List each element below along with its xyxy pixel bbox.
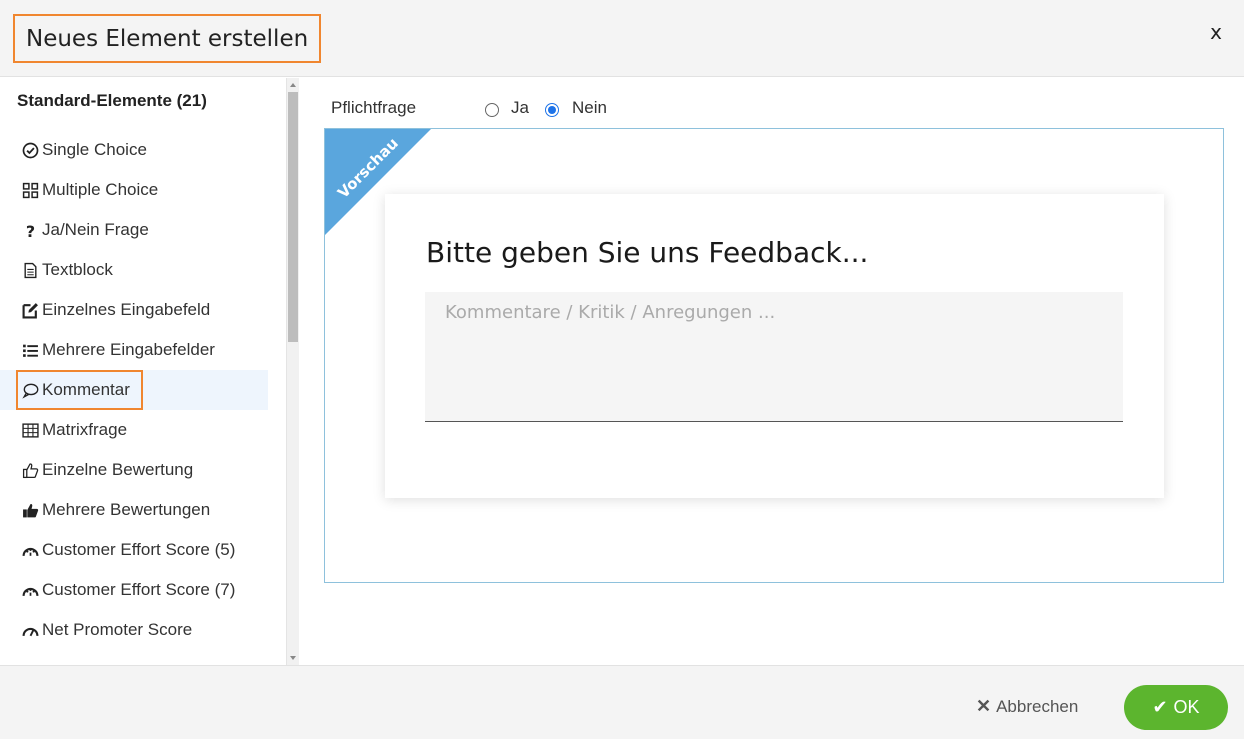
element-item-label: Customer Effort Score (5) bbox=[42, 540, 236, 559]
element-item-label: Textblock bbox=[42, 260, 113, 279]
element-item-label: Single Choice bbox=[42, 140, 147, 159]
preview-card: Bitte geben Sie uns Feedback... bbox=[385, 194, 1164, 498]
cancel-label: Abbrechen bbox=[996, 696, 1079, 716]
thumbs-up-outline-icon bbox=[20, 460, 40, 480]
grid-icon bbox=[20, 180, 40, 200]
element-item-matrix[interactable]: Matrixfrage bbox=[0, 410, 286, 450]
svg-text:?: ? bbox=[25, 222, 34, 239]
element-item-multiple-ratings[interactable]: Mehrere Bewertungen bbox=[0, 490, 286, 530]
required-label: Pflichtfrage bbox=[331, 98, 417, 117]
radio-no-label[interactable]: Nein bbox=[572, 98, 607, 118]
scroll-up-arrow-icon[interactable] bbox=[290, 83, 296, 87]
section-title: Standard-Elemente (21) bbox=[17, 91, 207, 110]
ok-label: OK bbox=[1173, 697, 1200, 717]
element-item-yes-no[interactable]: ? Ja/Nein Frage bbox=[0, 210, 286, 250]
element-item-label: Einzelnes Eingabefeld bbox=[42, 300, 211, 319]
dialog-title-box: Neues Element erstellen bbox=[13, 14, 322, 63]
close-button[interactable]: x bbox=[1210, 20, 1222, 44]
element-item-multiple-choice[interactable]: Multiple Choice bbox=[0, 170, 286, 210]
preview-question: Bitte geben Sie uns Feedback... bbox=[426, 236, 869, 269]
element-item-multiple-inputs[interactable]: Mehrere Eingabefelder bbox=[0, 330, 286, 370]
element-item-label: Mehrere Bewertungen bbox=[42, 500, 211, 519]
preview-panel: Vorschau Bitte geben Sie uns Feedback... bbox=[324, 128, 1224, 583]
document-icon bbox=[20, 260, 40, 280]
radio-yes[interactable] bbox=[485, 103, 499, 117]
list-icon bbox=[20, 340, 40, 360]
cancel-button[interactable]: ✕ Abbrechen bbox=[976, 696, 1078, 717]
element-item-single-rating[interactable]: Einzelne Bewertung bbox=[0, 450, 286, 490]
element-item-label: Mehrere Eingabefelder bbox=[42, 340, 215, 359]
element-item-ces-5[interactable]: Customer Effort Score (5) bbox=[0, 530, 286, 570]
gauge-icon bbox=[20, 580, 40, 600]
element-item-ces-7[interactable]: Customer Effort Score (7) bbox=[0, 570, 286, 610]
element-item-label: Net Promoter Score bbox=[42, 620, 193, 639]
element-item-nps[interactable]: Net Promoter Score bbox=[0, 610, 286, 650]
element-item-single-input[interactable]: Einzelnes Eingabefeld bbox=[0, 290, 286, 330]
element-item-single-choice[interactable]: Single Choice bbox=[0, 130, 286, 170]
dialog-footer: ✕ Abbrechen ✔ OK bbox=[0, 665, 1244, 739]
speedometer-icon bbox=[20, 620, 40, 640]
element-item-label: Einzelne Bewertung bbox=[42, 460, 194, 479]
element-item-comment[interactable]: Kommentar bbox=[0, 370, 268, 410]
sidebar-scrollbar[interactable] bbox=[286, 78, 299, 665]
question-icon: ? bbox=[20, 220, 40, 240]
element-item-label: Ja/Nein Frage bbox=[42, 220, 149, 239]
check-circle-icon bbox=[20, 140, 40, 160]
element-item-label: Multiple Choice bbox=[42, 180, 159, 199]
element-list: Single Choice Multiple Choice ? Ja/Nein … bbox=[0, 130, 286, 650]
close-x-icon: ✕ bbox=[976, 696, 992, 716]
scroll-thumb[interactable] bbox=[288, 92, 298, 342]
ok-button[interactable]: ✔ OK bbox=[1124, 685, 1228, 730]
element-item-textblock[interactable]: Textblock bbox=[0, 250, 286, 290]
element-item-label: Customer Effort Score (7) bbox=[42, 580, 236, 599]
dialog-header: Neues Element erstellen x bbox=[0, 0, 1244, 77]
highlight-box bbox=[16, 370, 143, 410]
element-item-label: Matrixfrage bbox=[42, 420, 128, 439]
scroll-down-arrow-icon[interactable] bbox=[290, 656, 296, 660]
comment-textarea[interactable] bbox=[425, 292, 1123, 422]
table-icon bbox=[20, 420, 40, 440]
edit-icon bbox=[20, 300, 40, 320]
radio-no[interactable] bbox=[545, 103, 559, 117]
gauge-icon bbox=[20, 540, 40, 560]
radio-yes-label[interactable]: Ja bbox=[511, 98, 529, 118]
checkmark-icon: ✔ bbox=[1152, 697, 1168, 717]
thumbs-up-solid-icon bbox=[20, 500, 40, 520]
element-sidebar: Standard-Elemente (21) Single Choice Mul… bbox=[0, 78, 286, 665]
dialog-title: Neues Element erstellen bbox=[26, 25, 309, 52]
